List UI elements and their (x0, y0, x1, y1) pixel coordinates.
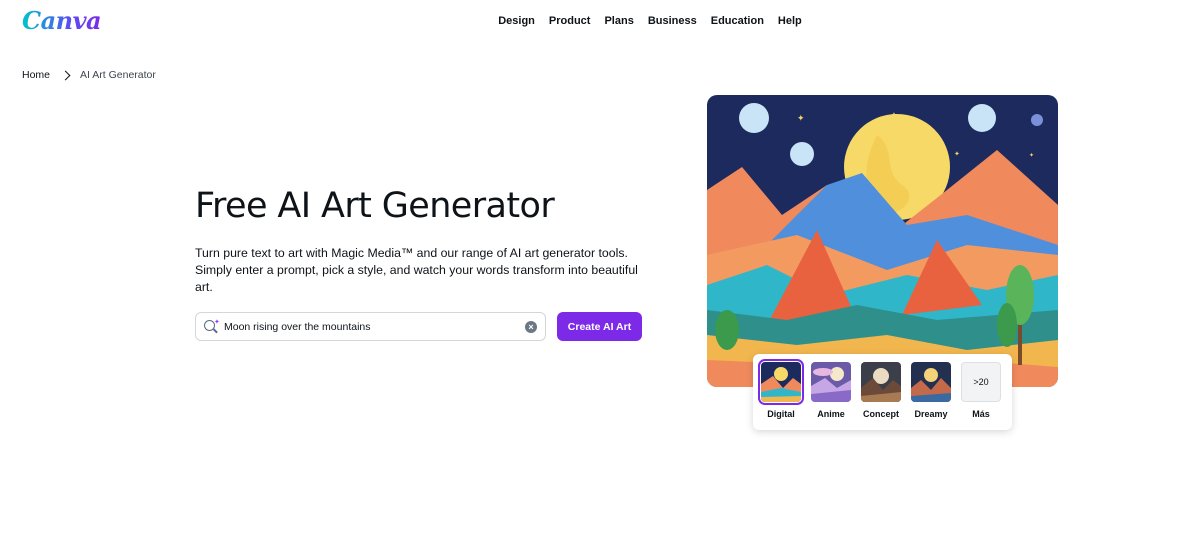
prompt-input[interactable] (224, 320, 525, 333)
style-thumbnail (861, 362, 901, 402)
svg-text:✦: ✦ (797, 113, 805, 123)
prompt-field[interactable]: ✦ × (195, 312, 546, 341)
svg-text:✦: ✦ (1029, 152, 1034, 159)
breadcrumb: Home AI Art Generator (22, 69, 156, 81)
style-thumbnail (811, 362, 851, 402)
style-thumbnail (911, 362, 951, 402)
svg-text:✦: ✦ (954, 150, 960, 158)
create-ai-art-button[interactable]: Create AI Art (557, 312, 642, 341)
style-more[interactable]: >20 Más (961, 362, 1001, 430)
ai-art-preview: ✦ ✦ ✦ ✦ (707, 95, 1058, 387)
style-thumbnail (758, 359, 804, 405)
style-label: Dreamy (914, 409, 948, 419)
nav-plans[interactable]: Plans (597, 15, 640, 27)
style-label: Anime (817, 409, 845, 419)
more-styles-count: >20 (961, 362, 1001, 402)
page-title: Free AI Art Generator (195, 186, 555, 226)
style-concept[interactable]: Concept (861, 362, 901, 430)
nav-education[interactable]: Education (704, 15, 771, 27)
style-label: Digital (767, 409, 795, 419)
hero-description: Turn pure text to art with Magic Media™ … (195, 246, 638, 294)
style-anime[interactable]: Anime (811, 362, 851, 430)
style-label: Concept (863, 409, 899, 419)
nav-help[interactable]: Help (771, 15, 809, 27)
style-dreamy[interactable]: Dreamy (911, 362, 951, 430)
breadcrumb-home[interactable]: Home (22, 69, 50, 81)
style-selector: Digital Anime Concept Dreamy >20 Más (753, 354, 1012, 430)
style-digital[interactable]: Digital (758, 359, 804, 430)
top-nav: Design Product Plans Business Education … (0, 15, 1200, 27)
clear-icon[interactable]: × (525, 320, 537, 333)
chevron-right-icon (60, 70, 71, 80)
sparkle-icon: ✦ (214, 319, 220, 326)
nav-design[interactable]: Design (491, 15, 542, 27)
nav-business[interactable]: Business (641, 15, 704, 27)
style-label: Más (972, 409, 990, 419)
nav-product[interactable]: Product (542, 15, 598, 27)
breadcrumb-current: AI Art Generator (80, 69, 156, 81)
